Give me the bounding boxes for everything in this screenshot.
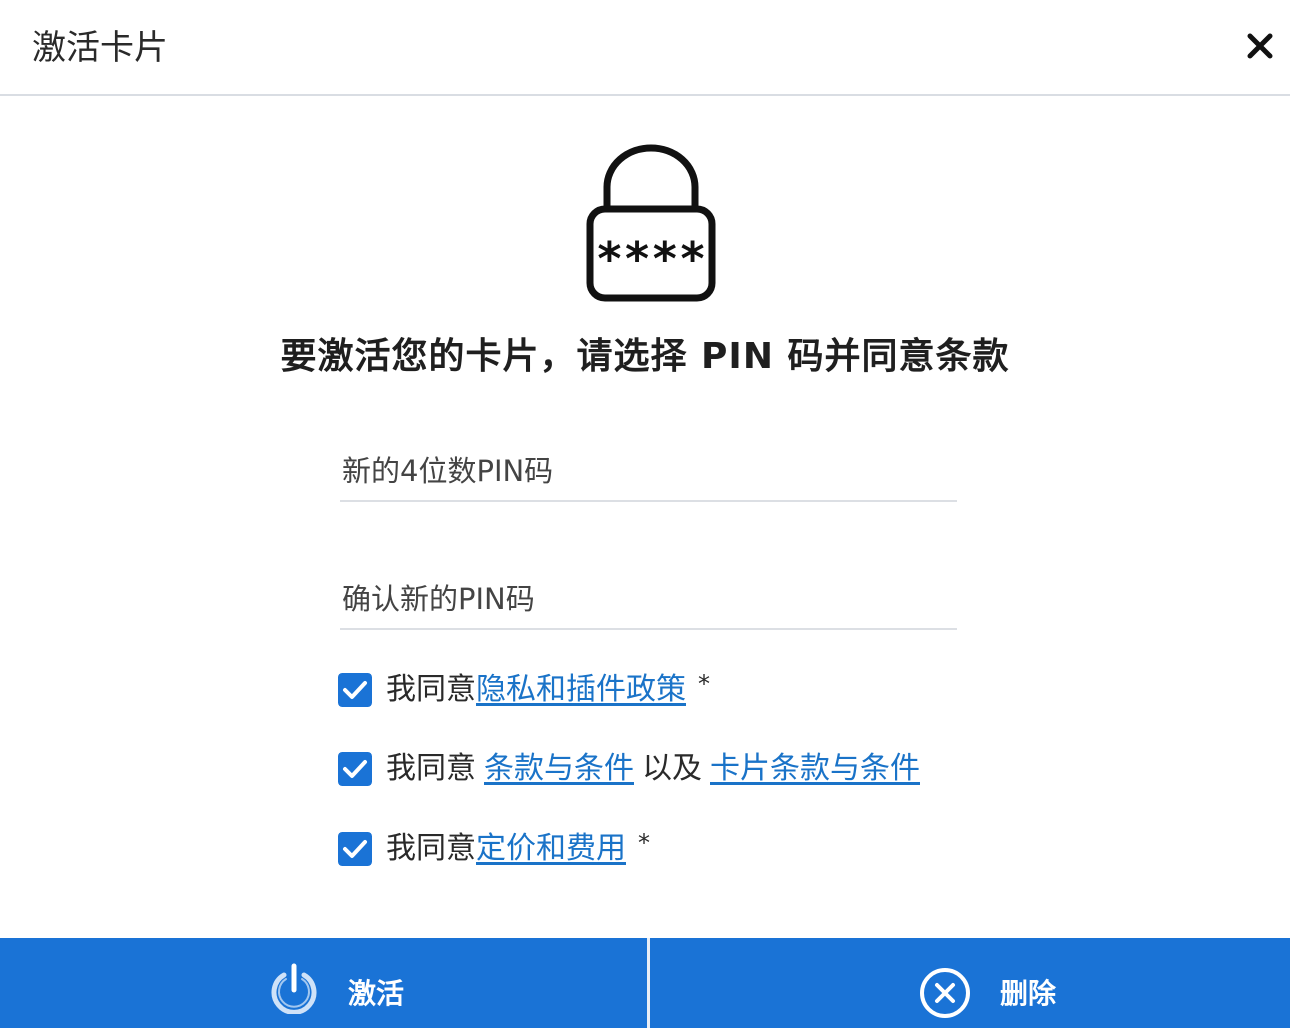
pricing-checkbox[interactable] — [338, 832, 372, 866]
delete-label: 删除 — [1000, 977, 1057, 1010]
lock-icon: **** — [583, 143, 719, 305]
agreement-prefix: 我同意 — [386, 751, 476, 786]
close-icon — [1247, 33, 1273, 59]
agreement-prefix: 我同意 — [386, 831, 476, 866]
privacy-checkbox[interactable] — [338, 673, 372, 707]
agreement-privacy: 我同意 隐私和插件政策 * — [338, 670, 710, 710]
required-asterisk: * — [638, 829, 650, 857]
close-button[interactable] — [1238, 24, 1282, 68]
new-pin-input[interactable] — [340, 442, 957, 502]
agreement-pricing: 我同意 定价和费用 * — [338, 829, 650, 869]
agreement-prefix: 我同意 — [386, 672, 476, 707]
dialog-title: 激活卡片 — [32, 28, 168, 68]
terms-checkbox[interactable] — [338, 752, 372, 786]
footer-divider — [647, 938, 650, 1028]
privacy-policy-link[interactable]: 隐私和插件政策 — [476, 670, 686, 710]
activate-label: 激活 — [348, 977, 405, 1010]
circle-x-icon — [920, 968, 970, 1018]
dialog-footer: 激活 删除 — [0, 938, 1290, 1028]
activate-button[interactable]: 激活 — [0, 938, 648, 1028]
agreement-middle: 以及 — [642, 751, 702, 786]
activate-card-dialog: 激活卡片 **** 要激活您的卡片，请选择 PIN 码并同意条款 我同意 隐私和… — [0, 0, 1290, 1028]
lock-mask-text: **** — [596, 232, 707, 286]
card-terms-link[interactable]: 卡片条款与条件 — [710, 749, 920, 789]
required-asterisk: * — [698, 670, 710, 698]
pricing-link[interactable]: 定价和费用 — [476, 829, 626, 869]
delete-button[interactable]: 删除 — [651, 938, 1290, 1028]
confirm-pin-input[interactable] — [340, 570, 957, 630]
instruction-heading: 要激活您的卡片，请选择 PIN 码并同意条款 — [280, 336, 1010, 377]
agreement-terms: 我同意 条款与条件 以及 卡片条款与条件 — [338, 749, 920, 789]
dialog-header: 激活卡片 — [0, 0, 1290, 96]
power-icon — [271, 963, 317, 1014]
terms-link[interactable]: 条款与条件 — [484, 749, 634, 789]
